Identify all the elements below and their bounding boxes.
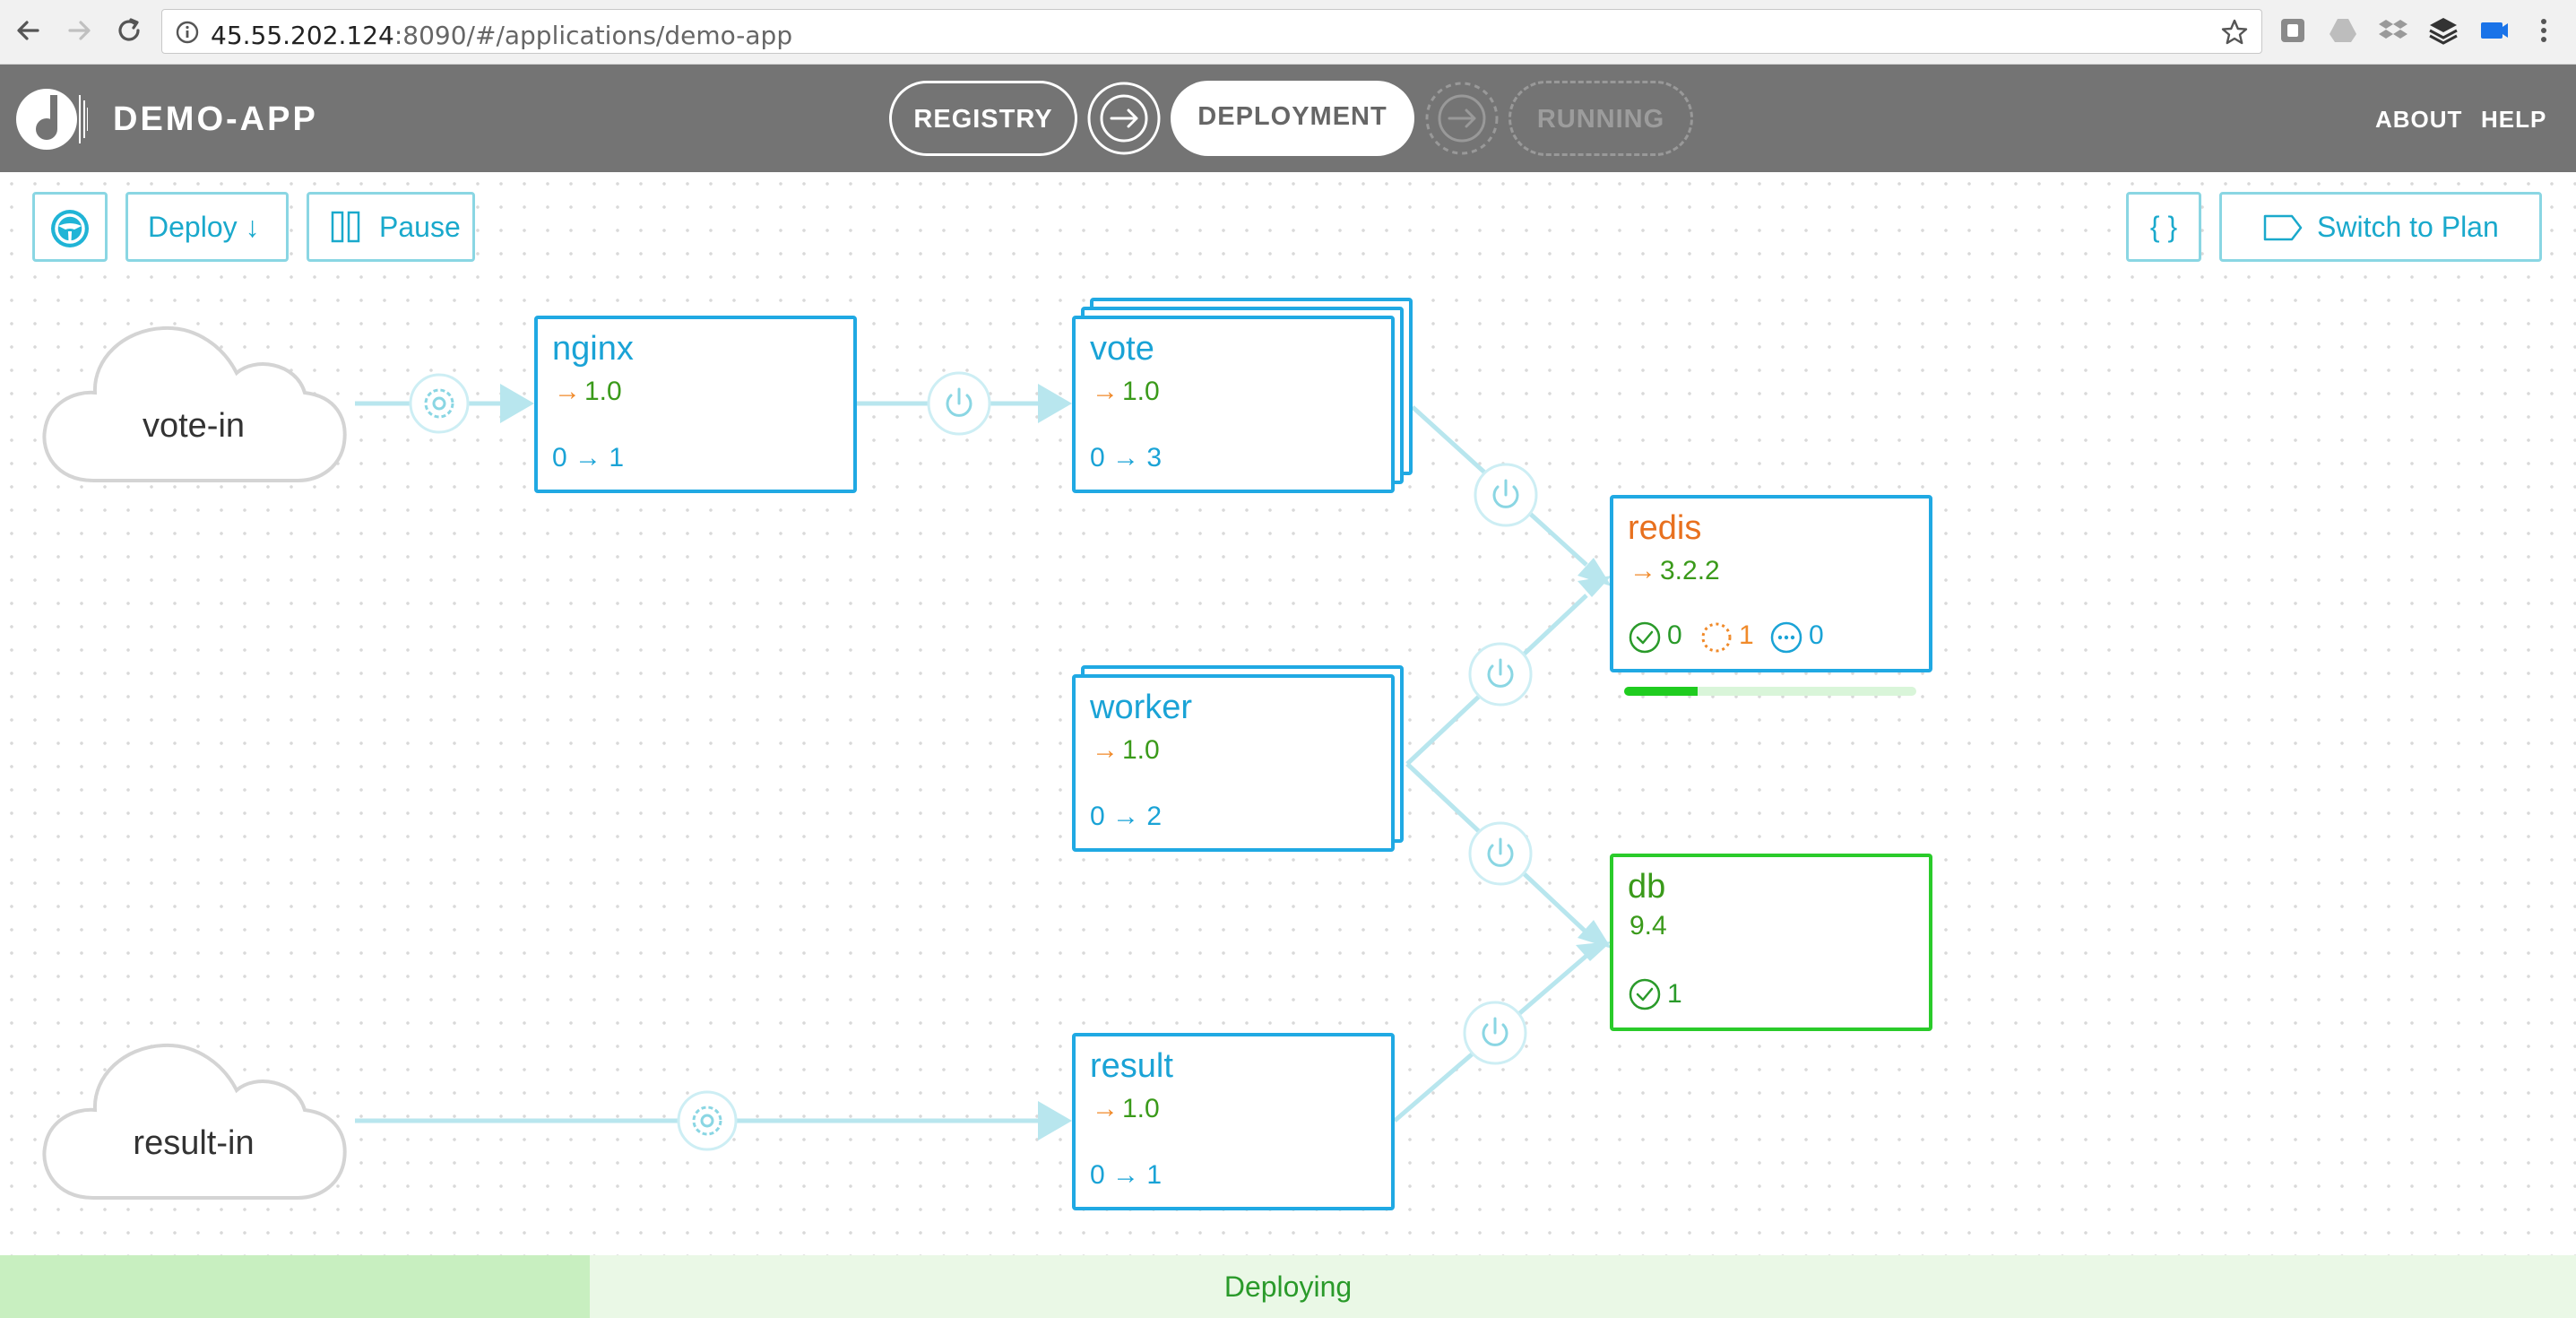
power-icon[interactable] xyxy=(1474,463,1538,527)
node-version: → 1.0 xyxy=(1092,377,1160,407)
instance-count: 0 → 3 xyxy=(1090,443,1163,473)
forward-arrow-icon[interactable] xyxy=(61,13,97,48)
version-arrow: → xyxy=(1629,556,1656,585)
node-vote[interactable]: vote → 1.0 0 → 3 xyxy=(1072,316,1395,493)
arrowhead-redis-2 xyxy=(1578,576,1612,597)
version-value: 1.0 xyxy=(1122,1094,1160,1123)
version-value: 1.0 xyxy=(1122,377,1160,406)
redis-progress-bar xyxy=(1624,687,1916,696)
node-name: db xyxy=(1628,868,1666,906)
check-circle-icon xyxy=(1629,621,1661,654)
spinner-icon xyxy=(1701,622,1732,653)
pending-count: 0 xyxy=(1809,620,1824,650)
version-value: 3.2.2 xyxy=(1660,556,1720,585)
version-arrow: → xyxy=(1092,1094,1119,1123)
node-worker[interactable]: worker → 1.0 0 → 2 xyxy=(1072,674,1395,852)
node-name: nginx xyxy=(552,330,634,368)
step-deployment[interactable]: DEPLOYMENT xyxy=(1171,81,1414,156)
node-nginx[interactable]: nginx → 1.0 0 → 1 xyxy=(534,316,857,493)
version-value: 1.0 xyxy=(584,377,622,406)
step-arrow-pending-icon xyxy=(1425,82,1499,155)
node-version: → 1.0 xyxy=(1092,735,1160,766)
info-icon[interactable] xyxy=(175,20,200,45)
running-count: 0 xyxy=(1667,620,1682,650)
pending-dots-icon xyxy=(1770,621,1802,654)
arrowhead-result xyxy=(1038,1101,1072,1140)
node-redis[interactable]: redis → 3.2.2 0 1 0 xyxy=(1610,495,1932,672)
running-count: 1 xyxy=(1667,979,1682,1009)
step-running[interactable]: RUNNING xyxy=(1508,81,1693,156)
bookmark-star-icon[interactable] xyxy=(2220,18,2249,47)
source-vote-in-label[interactable]: vote-in xyxy=(41,407,346,446)
node-version: → 3.2.2 xyxy=(1629,556,1720,586)
instance-count: 0 → 1 xyxy=(552,443,625,473)
arrowhead-nginx xyxy=(500,384,534,423)
arrowhead-vote xyxy=(1038,384,1072,423)
address-bar[interactable]: 45.55.202.124:8090/#/applications/demo-a… xyxy=(161,9,2262,54)
nav-help[interactable]: HELP xyxy=(2481,106,2546,134)
deployment-canvas: Deploy ↓ Pause { } Switch to Plan vote-i… xyxy=(0,172,2576,1255)
dropbox-icon[interactable] xyxy=(2377,14,2409,47)
source-result-in-label[interactable]: result-in xyxy=(41,1124,346,1163)
power-icon[interactable] xyxy=(1468,821,1533,886)
version-arrow: → xyxy=(554,377,581,406)
gateway-gear-icon[interactable] xyxy=(409,373,470,434)
node-version: → 1.0 xyxy=(1092,1094,1160,1124)
gateway-gear-icon[interactable] xyxy=(677,1090,738,1151)
extension-shield-icon[interactable] xyxy=(2277,14,2309,47)
check-circle-icon xyxy=(1629,978,1661,1010)
instance-count: 0 → 1 xyxy=(1090,1160,1163,1190)
node-name: result xyxy=(1090,1047,1173,1085)
power-icon[interactable] xyxy=(927,371,991,436)
reload-icon[interactable] xyxy=(111,13,147,48)
url-host: 45.55.202.124 xyxy=(211,21,394,50)
browser-toolbar: 45.55.202.124:8090/#/applications/demo-a… xyxy=(0,0,2576,65)
cloud-icon xyxy=(42,1043,347,1200)
power-icon[interactable] xyxy=(1463,1001,1527,1065)
node-name: redis xyxy=(1628,509,1702,547)
power-icon[interactable] xyxy=(1468,642,1533,707)
back-arrow-icon[interactable] xyxy=(11,13,47,48)
deployment-status-bar: Deploying xyxy=(0,1255,2576,1318)
app-header: DEMO-APP REGISTRY DEPLOYMENT RUNNING ABO… xyxy=(0,65,2576,172)
node-version: → 1.0 xyxy=(554,377,622,407)
node-name: worker xyxy=(1090,689,1193,726)
redis-progress-fill xyxy=(1624,687,1698,696)
app-logo-icon[interactable] xyxy=(14,82,88,156)
node-name: vote xyxy=(1090,330,1154,368)
starting-count: 1 xyxy=(1739,620,1754,650)
version-value: 1.0 xyxy=(1122,735,1160,765)
nav-about[interactable]: ABOUT xyxy=(2375,106,2462,134)
drive-icon[interactable] xyxy=(2327,14,2359,47)
node-result[interactable]: result → 1.0 0 → 1 xyxy=(1072,1033,1395,1210)
version-arrow: → xyxy=(1092,735,1119,765)
app-title: DEMO-APP xyxy=(113,100,318,138)
node-db[interactable]: db 9.4 1 xyxy=(1610,854,1932,1031)
cast-icon[interactable] xyxy=(2477,14,2510,47)
menu-dots-icon[interactable] xyxy=(2528,14,2560,47)
cloud-icon xyxy=(42,325,347,482)
url-path: :8090/#/applications/demo-app xyxy=(393,21,793,50)
url-text: 45.55.202.124:8090/#/applications/demo-a… xyxy=(211,21,792,50)
node-version: 9.4 xyxy=(1629,911,1667,941)
step-arrow-icon xyxy=(1087,82,1161,155)
status-text: Deploying xyxy=(1223,1270,1353,1303)
instance-count: 0 → 2 xyxy=(1090,802,1163,831)
instance-status-row: 0 1 0 xyxy=(1628,619,1915,655)
version-arrow: → xyxy=(1092,377,1119,406)
step-registry[interactable]: REGISTRY xyxy=(889,81,1077,156)
layers-icon[interactable] xyxy=(2427,14,2459,47)
